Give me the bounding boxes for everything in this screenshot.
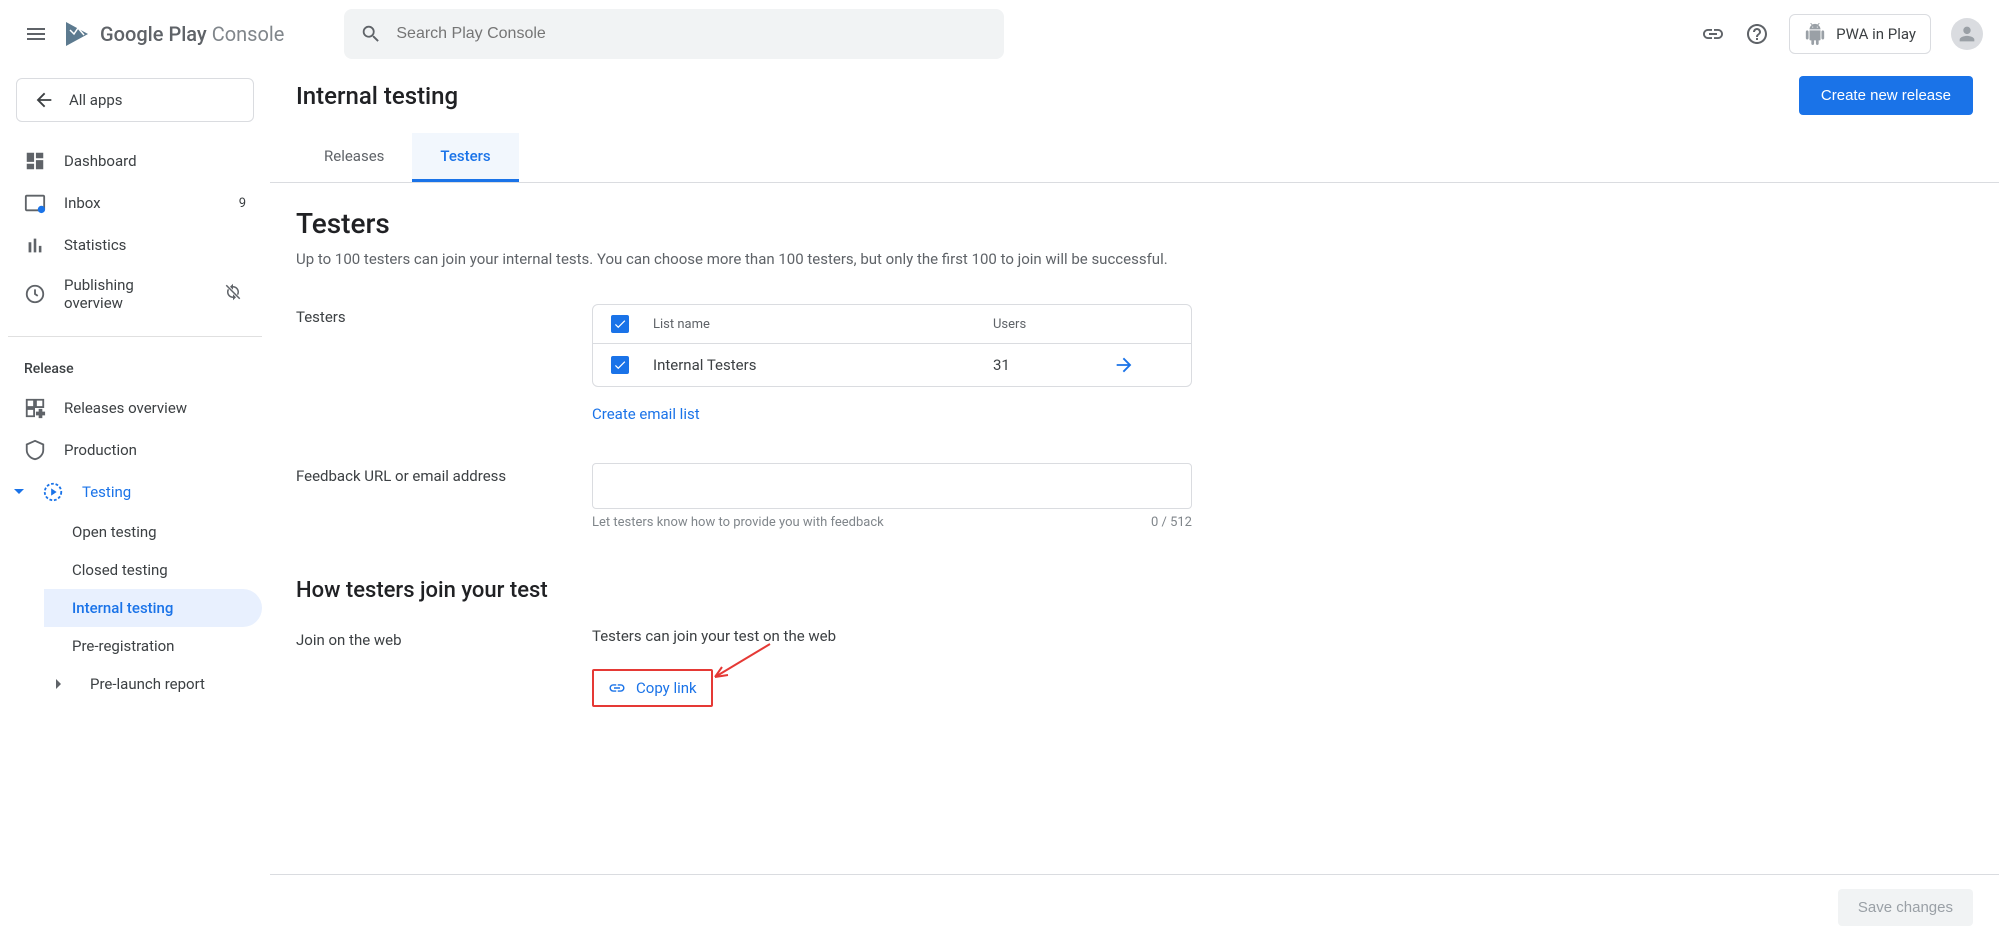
copy-link-label: Copy link: [636, 679, 697, 697]
sidebar-item-label: Releases overview: [64, 399, 187, 417]
save-changes-button[interactable]: Save changes: [1838, 889, 1973, 926]
sidebar-item-label: Publishing overview: [64, 276, 188, 312]
join-heading: How testers join your test: [296, 578, 1973, 603]
sync-off-icon: [224, 283, 246, 305]
row-list-name: Internal Testers: [653, 356, 993, 374]
sidebar-item-statistics[interactable]: Statistics: [8, 224, 262, 266]
android-icon: [1804, 23, 1826, 45]
sidebar-item-closed-testing[interactable]: Closed testing: [44, 551, 262, 589]
testing-icon: [42, 481, 64, 503]
sidebar-item-dashboard[interactable]: Dashboard: [8, 140, 262, 182]
create-email-list-link[interactable]: Create email list: [592, 405, 700, 423]
tab-testers[interactable]: Testers: [412, 133, 518, 182]
arrow-left-icon: [33, 89, 55, 111]
inbox-icon: [24, 192, 46, 214]
join-label: Join on the web: [296, 627, 592, 707]
logo[interactable]: Google Play Console: [64, 20, 284, 48]
testers-table: List name Users Internal Testers 31: [592, 304, 1192, 387]
row-checkbox[interactable]: [611, 356, 629, 374]
select-all-checkbox[interactable]: [611, 315, 629, 333]
sidebar-item-testing[interactable]: Testing: [8, 471, 262, 513]
sidebar-item-production[interactable]: Production: [8, 429, 262, 471]
feedback-helper: Let testers know how to provide you with…: [592, 515, 884, 530]
testers-description: Up to 100 testers can join your internal…: [296, 250, 1973, 268]
app-selector[interactable]: PWA in Play: [1789, 14, 1931, 54]
page-title: Internal testing: [296, 82, 458, 110]
section-release: Release: [8, 351, 262, 387]
table-row: Internal Testers 31: [593, 344, 1191, 386]
sidebar-item-label: Production: [64, 441, 137, 459]
sidebar-item-open-testing[interactable]: Open testing: [44, 513, 262, 551]
feedback-counter: 0 / 512: [1151, 515, 1192, 530]
link-icon[interactable]: [1701, 22, 1725, 46]
inbox-badge: 9: [239, 196, 246, 211]
testers-label: Testers: [296, 304, 592, 423]
row-arrow[interactable]: [1113, 354, 1173, 376]
sidebar-item-label: Inbox: [64, 194, 101, 212]
avatar[interactable]: [1951, 18, 1983, 50]
overview-icon: [24, 397, 46, 419]
app-name: PWA in Play: [1836, 25, 1916, 43]
sidebar-item-publishing[interactable]: Publishing overview: [8, 266, 262, 322]
search-icon: [360, 23, 382, 45]
chevron-right-icon: [54, 679, 64, 689]
all-apps-label: All apps: [69, 91, 123, 109]
sidebar-item-label: Statistics: [64, 236, 126, 254]
tab-releases[interactable]: Releases: [296, 133, 412, 182]
feedback-input[interactable]: [592, 463, 1192, 509]
sidebar-item-label: Dashboard: [64, 152, 137, 170]
search-bar[interactable]: [344, 9, 1004, 59]
join-description: Testers can join your test on the web: [592, 627, 1192, 645]
logo-text: Google Play Console: [100, 22, 284, 46]
create-release-button[interactable]: Create new release: [1799, 76, 1973, 115]
sidebar-item-inbox[interactable]: Inbox 9: [8, 182, 262, 224]
dashboard-icon: [24, 150, 46, 172]
feedback-label: Feedback URL or email address: [296, 463, 592, 530]
help-icon[interactable]: [1745, 22, 1769, 46]
sidebar-item-label: Testing: [82, 483, 131, 501]
sidebar-item-pre-launch-report[interactable]: Pre-launch report: [44, 665, 262, 703]
col-list-name: List name: [653, 317, 993, 332]
chevron-down-icon: [14, 487, 24, 497]
statistics-icon: [24, 234, 46, 256]
copy-link-button[interactable]: Copy link: [592, 669, 713, 707]
all-apps-button[interactable]: All apps: [16, 78, 254, 122]
sidebar-item-releases-overview[interactable]: Releases overview: [8, 387, 262, 429]
link-icon: [608, 679, 626, 697]
search-input[interactable]: [396, 25, 988, 43]
sidebar-item-internal-testing[interactable]: Internal testing: [44, 589, 262, 627]
publishing-icon: [24, 283, 46, 305]
testers-heading: Testers: [296, 207, 1973, 240]
menu-icon[interactable]: [24, 22, 48, 46]
sidebar-item-pre-registration[interactable]: Pre-registration: [44, 627, 262, 665]
production-icon: [24, 439, 46, 461]
col-users: Users: [993, 317, 1113, 332]
row-users: 31: [993, 356, 1113, 374]
